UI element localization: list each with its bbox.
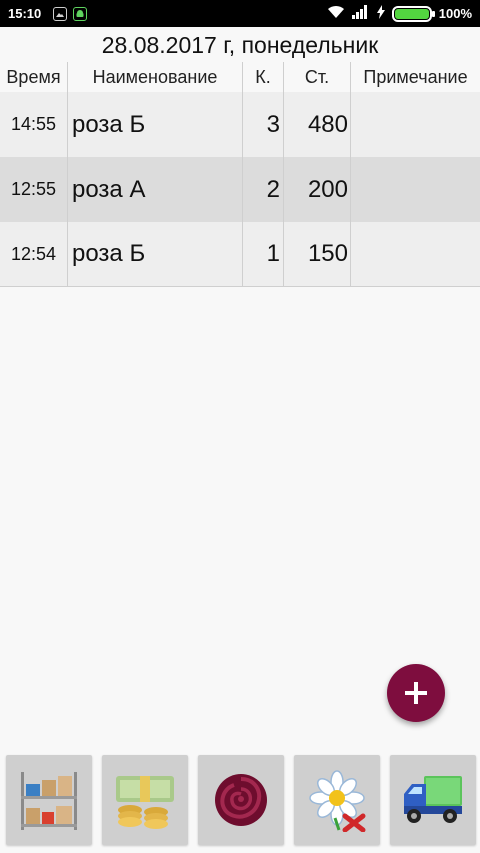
battery-icon xyxy=(391,5,435,22)
table-row[interactable]: 14:55 роза Б 3 480 xyxy=(0,92,480,157)
delivery-truck-icon xyxy=(404,776,462,823)
battery-percent: 100% xyxy=(438,6,472,21)
row-time: 14:55 xyxy=(0,92,68,157)
gallery-notification-icon xyxy=(53,6,68,21)
rose-icon xyxy=(215,774,267,826)
table-row[interactable]: 12:54 роза Б 1 150 xyxy=(0,222,480,287)
row-name: роза Б xyxy=(68,222,243,286)
row-qty: 3 xyxy=(243,92,284,157)
table-header: Время Наименование К. Ст. Примечание xyxy=(0,62,480,92)
row-cost: 200 xyxy=(284,157,351,222)
daisy-writeoff-icon xyxy=(309,770,366,832)
column-header-note: Примечание xyxy=(363,66,468,87)
table-row[interactable]: 12:55 роза А 2 200 xyxy=(0,157,480,222)
status-time: 15:10 xyxy=(8,6,42,21)
sales-table: Время Наименование К. Ст. Примечание 14:… xyxy=(0,62,480,287)
row-cost: 150 xyxy=(284,222,351,286)
row-time: 12:55 xyxy=(0,157,68,222)
column-header-name: Наименование xyxy=(68,62,243,92)
row-note xyxy=(351,222,480,286)
flowers-button[interactable] xyxy=(198,755,284,845)
row-note xyxy=(351,157,480,222)
row-name: роза А xyxy=(68,157,243,222)
money-button[interactable] xyxy=(102,755,188,845)
status-bar: 15:10 100% xyxy=(0,0,480,27)
row-name: роза Б xyxy=(68,92,243,157)
warehouse-shelves-icon xyxy=(21,772,77,830)
column-header-qty: К. xyxy=(243,62,284,92)
column-header-cost: Ст. xyxy=(284,62,351,92)
status-indicators: 100% xyxy=(327,5,472,22)
charging-icon xyxy=(376,5,385,22)
plus-icon xyxy=(405,682,427,704)
bottom-toolbar xyxy=(6,755,476,845)
warehouse-button[interactable] xyxy=(6,755,92,845)
row-cost: 480 xyxy=(284,92,351,157)
money-coins-icon xyxy=(116,776,174,829)
row-time: 12:54 xyxy=(0,222,68,286)
signal-icon xyxy=(351,5,370,22)
column-header-time: Время xyxy=(0,62,68,92)
android-notification-icon xyxy=(73,6,88,21)
add-sale-button[interactable] xyxy=(387,664,445,722)
row-note xyxy=(351,92,480,157)
wifi-icon xyxy=(327,5,345,22)
row-qty: 2 xyxy=(243,157,284,222)
row-qty: 1 xyxy=(243,222,284,286)
date-title: 28.08.2017 г, понедельник xyxy=(101,32,379,58)
writeoff-button[interactable] xyxy=(294,755,380,845)
delivery-button[interactable] xyxy=(390,755,476,845)
